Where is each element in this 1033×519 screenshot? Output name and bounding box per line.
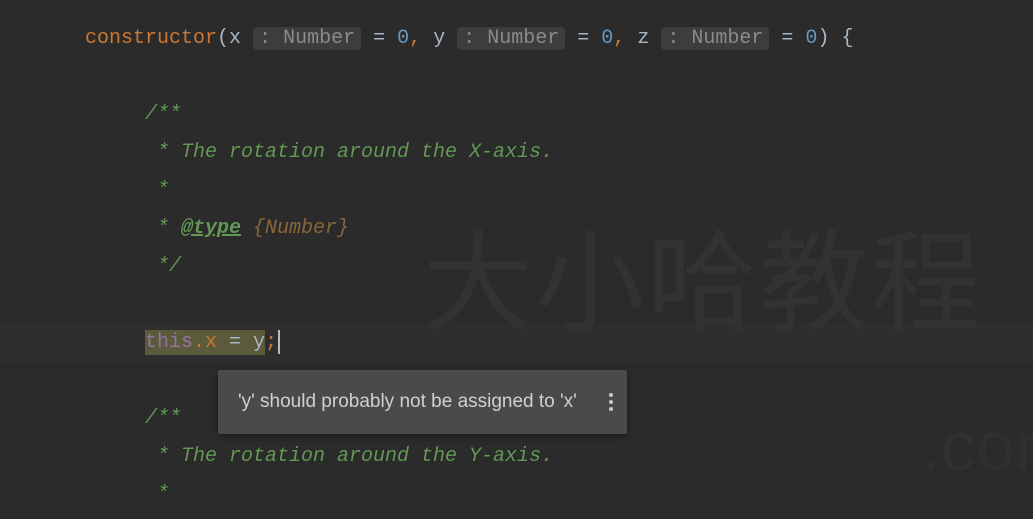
- type-hint-y: : Number: [457, 27, 565, 50]
- keyword-this: this: [145, 331, 193, 354]
- brace-open: {: [841, 27, 853, 50]
- doc-line[interactable]: * @type {Number}: [0, 210, 1033, 248]
- more-actions-icon[interactable]: [609, 393, 613, 411]
- doc-line[interactable]: /**: [0, 96, 1033, 134]
- paren-open: (: [217, 27, 229, 50]
- jsdoc-tag-type: @type: [181, 217, 241, 240]
- param-z: z: [637, 27, 649, 50]
- default-z: 0: [805, 27, 817, 50]
- doc-line[interactable]: * The rotation around the X-axis.: [0, 134, 1033, 172]
- blank-line[interactable]: [0, 58, 1033, 96]
- code-line-assignment[interactable]: this.x = y;: [0, 324, 1033, 362]
- semicolon: ;: [265, 331, 277, 354]
- inspection-tooltip[interactable]: 'y' should probably not be assigned to '…: [218, 370, 627, 434]
- default-y: 0: [601, 27, 613, 50]
- param-x: x: [229, 27, 241, 50]
- keyword-constructor: constructor: [85, 27, 217, 50]
- tooltip-message: 'y' should probably not be assigned to '…: [238, 384, 577, 420]
- code-line-signature[interactable]: constructor(x : Number = 0, y : Number =…: [0, 20, 1033, 58]
- doc-line[interactable]: *: [0, 172, 1033, 210]
- field-x: .x: [193, 331, 217, 354]
- text-cursor: [278, 330, 280, 354]
- param-y: y: [433, 27, 445, 50]
- type-hint-x: : Number: [253, 27, 361, 50]
- doc-line[interactable]: *: [0, 476, 1033, 514]
- type-hint-z: : Number: [661, 27, 769, 50]
- code-editor[interactable]: constructor(x : Number = 0, y : Number =…: [0, 0, 1033, 514]
- default-x: 0: [397, 27, 409, 50]
- jsdoc-type: {Number}: [241, 217, 349, 240]
- blank-line[interactable]: [0, 286, 1033, 324]
- doc-line[interactable]: * The rotation around the Y-axis.: [0, 438, 1033, 476]
- doc-line[interactable]: */: [0, 248, 1033, 286]
- identifier-y: y: [253, 331, 265, 354]
